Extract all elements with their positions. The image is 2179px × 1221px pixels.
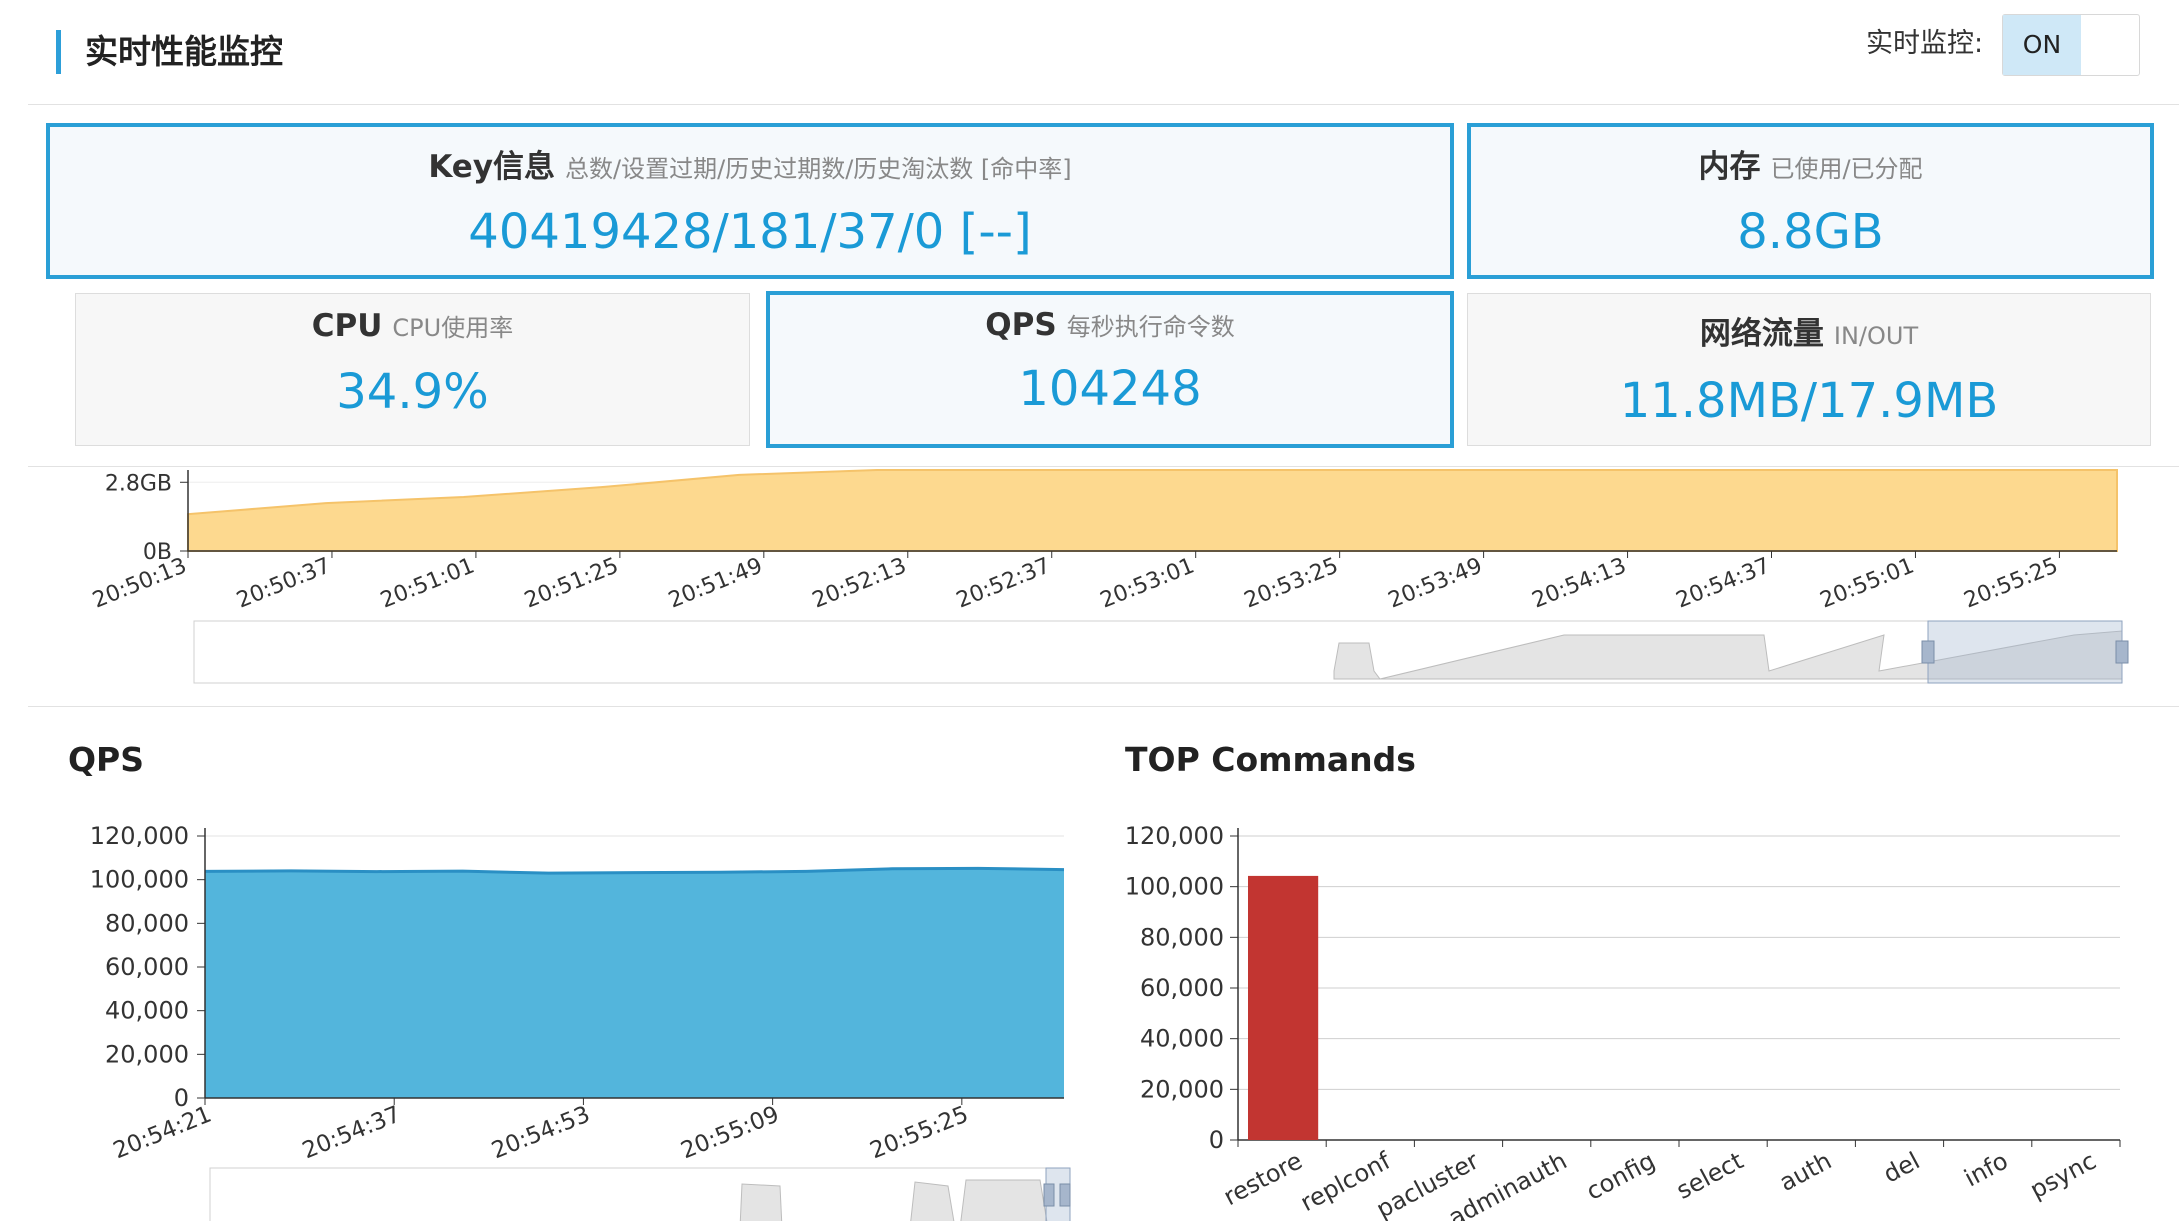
- y-tick-label: 120,000: [90, 822, 189, 850]
- x-tick-label: del: [1879, 1147, 1925, 1189]
- x-tick-label: 20:54:37: [1673, 553, 1774, 613]
- x-tick-label: select: [1672, 1147, 1748, 1205]
- card-title: CPU: [311, 308, 383, 344]
- x-tick-label: 20:53:25: [1241, 553, 1342, 613]
- page-title: 实时性能监控: [56, 30, 283, 74]
- x-tick-label: 20:50:13: [89, 553, 190, 613]
- x-tick-label: 20:51:25: [521, 553, 622, 613]
- qps-area-series: [205, 868, 1064, 1098]
- x-tick-label: 20:54:37: [299, 1101, 405, 1164]
- divider: [28, 104, 2179, 105]
- x-tick-label: 20:53:49: [1385, 553, 1486, 613]
- data-zoom-selection: [1927, 620, 2123, 684]
- memory-card: 内存 已使用/已分配 8.8GB: [1467, 123, 2154, 279]
- card-subtitle: 总数/设置过期/历史过期数/历史淘汰数 [命中率]: [565, 155, 1072, 183]
- key-info-card: Key信息 总数/设置过期/历史过期数/历史淘汰数 [命中率] 40419428/…: [46, 123, 1454, 279]
- x-tick-label: info: [1960, 1147, 2013, 1193]
- y-tick-label: 80,000: [1140, 923, 1224, 951]
- x-tick-label: 20:50:37: [233, 553, 334, 613]
- top-commands-title: TOP Commands: [1125, 740, 1416, 779]
- qps-panel-title: QPS: [68, 740, 145, 779]
- y-tick-label: 20,000: [105, 1040, 189, 1068]
- y-tick-label: 100,000: [90, 866, 189, 894]
- y-tick-label: 40,000: [1140, 1025, 1224, 1053]
- toggle-on-label[interactable]: ON: [2003, 15, 2081, 75]
- card-title: QPS: [985, 307, 1057, 343]
- x-tick-label: auth: [1775, 1147, 1836, 1197]
- card-value: 11.8MB/17.9MB: [1619, 373, 1999, 429]
- zoom-handle-left: [1921, 640, 1935, 664]
- qps-chart: 120,000100,00080,00060,00040,00020,00002…: [90, 822, 1071, 1221]
- divider: [28, 706, 2179, 707]
- y-tick-label: 80,000: [105, 909, 189, 937]
- cpu-card: CPU CPU使用率 34.9%: [75, 293, 750, 446]
- x-tick-label: 20:51:49: [665, 553, 766, 613]
- qps-card: QPS 每秒执行命令数 104248: [766, 291, 1454, 448]
- card-title: 网络流量: [1699, 316, 1824, 352]
- card-subtitle: IN/OUT: [1833, 322, 1919, 350]
- y-tick-label: 2.8GB: [105, 471, 172, 496]
- x-tick-label: 20:55:09: [677, 1101, 783, 1164]
- y-tick-label: 120,000: [1125, 822, 1224, 850]
- bar: [1248, 875, 1319, 1140]
- network-card: 网络流量 IN/OUT 11.8MB/17.9MB: [1467, 293, 2151, 446]
- zoom-handle-left: [1043, 1183, 1055, 1207]
- x-tick-label: 20:54:53: [488, 1101, 594, 1164]
- card-value: 40419428/181/37/0 [--]: [468, 204, 1032, 260]
- x-tick-label: 20:55:25: [867, 1101, 973, 1164]
- y-tick-label: 40,000: [105, 997, 189, 1025]
- x-tick-label: 20:52:13: [809, 553, 910, 613]
- top-commands-chart: 120,000 100,000 80,000 60,000 40,000 20,000 0r…: [1125, 822, 2121, 1221]
- card-subtitle: 已使用/已分配: [1770, 155, 1923, 183]
- card-title: Key信息: [428, 149, 556, 185]
- zoom-handle-right: [1059, 1183, 1071, 1207]
- card-value: 34.9%: [336, 364, 489, 420]
- x-tick-label: config: [1582, 1147, 1660, 1206]
- x-tick-label: 20:55:25: [1961, 553, 2062, 613]
- y-tick-label: 100,000: [1125, 873, 1224, 901]
- x-tick-label: 20:54:21: [110, 1101, 216, 1164]
- y-tick-label: 20,000: [1140, 1075, 1224, 1103]
- x-tick-label: psync: [2025, 1147, 2100, 1205]
- card-title: 内存: [1698, 149, 1761, 185]
- x-tick-label: 20:55:01: [1817, 553, 1918, 613]
- x-tick-label: 20:52:37: [953, 553, 1054, 613]
- x-tick-label: 20:54:13: [1529, 553, 1630, 613]
- memory-timeline-chart: 2.8GB0B20:50:13 20:50:37 20:51:01 20:51:25 2…: [89, 469, 2129, 684]
- realtime-monitor-label: 实时监控:: [1866, 28, 1984, 59]
- card-subtitle: CPU使用率: [392, 314, 514, 342]
- x-tick-label: 20:51:01: [377, 553, 478, 613]
- card-value: 8.8GB: [1737, 204, 1884, 260]
- y-tick-label: 0: [1209, 1126, 1224, 1154]
- zoom-handle-right: [2115, 640, 2129, 664]
- y-tick-label: 0: [174, 1084, 189, 1112]
- card-value: 104248: [1018, 361, 1202, 417]
- realtime-toggle[interactable]: ON: [2002, 14, 2140, 76]
- x-tick-label: 20:53:01: [1097, 553, 1198, 613]
- y-tick-label: 60,000: [105, 953, 189, 981]
- y-tick-label: 60,000: [1140, 974, 1224, 1002]
- x-tick-label: restore: [1219, 1147, 1307, 1212]
- card-subtitle: 每秒执行命令数: [1066, 313, 1235, 341]
